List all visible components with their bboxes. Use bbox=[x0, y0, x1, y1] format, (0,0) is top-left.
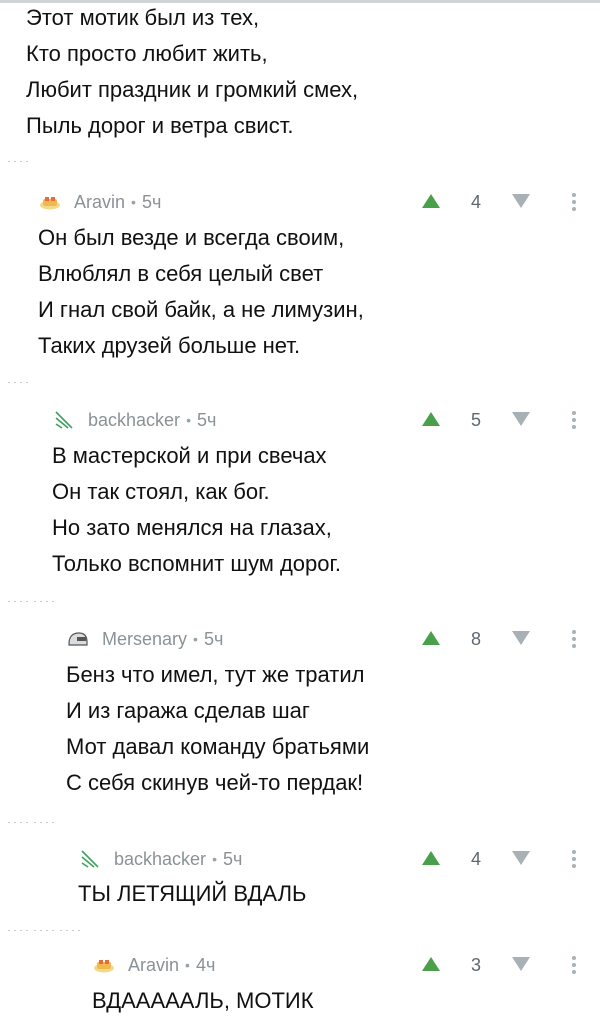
more-vertical-icon bbox=[572, 850, 576, 868]
triangle-down-icon bbox=[512, 412, 530, 426]
meta-separator: • bbox=[131, 194, 136, 210]
downvote-button[interactable] bbox=[510, 406, 532, 432]
comment-line: Пыль дорог и ветра свист. bbox=[26, 113, 294, 138]
comment-line: ВДАААААЛЬ, МОТИК bbox=[92, 988, 314, 1013]
rating-count: 5 bbox=[470, 410, 481, 430]
comment-text: В мастерской и при свечах Он так стоял, … bbox=[52, 438, 341, 582]
slash-lines-avatar-icon[interactable] bbox=[78, 847, 102, 871]
comment-header: backhacker • 5ч bbox=[52, 406, 216, 434]
comment-time[interactable]: 5ч bbox=[142, 192, 161, 213]
comment-line: Любит праздник и громкий смех, bbox=[26, 77, 359, 102]
thread-indent-marker bbox=[8, 930, 28, 931]
more-vertical-icon bbox=[572, 630, 576, 648]
comment-text: Он был везде и всегда своим, Влюблял в с… bbox=[38, 220, 364, 364]
comment: Aravin • 5ч 4 Он был везде и всегда свои… bbox=[0, 188, 600, 378]
author-name[interactable]: backhacker bbox=[88, 410, 180, 431]
thread-indent-marker bbox=[34, 930, 54, 931]
comment-line: И из гаража сделав шаг bbox=[66, 698, 310, 723]
thread-indent-marker bbox=[8, 161, 28, 162]
author-name[interactable]: Mersenary bbox=[102, 629, 187, 650]
upvote-button[interactable] bbox=[420, 951, 442, 977]
author-name[interactable]: Aravin bbox=[128, 955, 179, 976]
upvote-button[interactable] bbox=[420, 406, 442, 432]
comment: backhacker • 5ч 5 В мастерской и при све… bbox=[0, 406, 600, 596]
triangle-up-icon bbox=[422, 957, 440, 971]
comment-line: Влюблял в себя целый свет bbox=[38, 261, 324, 286]
downvote-button[interactable] bbox=[510, 951, 532, 977]
more-options-button[interactable] bbox=[566, 625, 582, 653]
triangle-down-icon bbox=[512, 957, 530, 971]
comment-header: Mersenary • 5ч bbox=[66, 625, 223, 653]
comment-line: И гнал свой байк, а не лимузин, bbox=[38, 297, 364, 322]
thread-indent-marker bbox=[34, 822, 54, 823]
meta-separator: • bbox=[193, 631, 198, 647]
thread-indent-marker bbox=[8, 601, 28, 602]
comment-header: Aravin • 4ч bbox=[92, 951, 215, 979]
comment-time[interactable]: 5ч bbox=[197, 410, 216, 431]
comment-line: Этот мотик был из тех, bbox=[26, 5, 260, 30]
downvote-button[interactable] bbox=[510, 188, 532, 214]
comment-line: С себя скинув чей-то пердак! bbox=[66, 770, 364, 795]
cake-avatar-icon[interactable] bbox=[92, 953, 116, 977]
comment-line: Таких друзей больше нет. bbox=[38, 333, 301, 358]
downvote-button[interactable] bbox=[510, 625, 532, 651]
more-vertical-icon bbox=[572, 956, 576, 974]
author-name[interactable]: Aravin bbox=[74, 192, 125, 213]
comment-line: Только вспомнит шум дорог. bbox=[52, 551, 341, 576]
more-options-button[interactable] bbox=[566, 845, 582, 873]
slash-lines-avatar-icon[interactable] bbox=[52, 408, 76, 432]
thread-indent-marker bbox=[34, 601, 54, 602]
rating-count: 4 bbox=[470, 192, 481, 212]
comment: backhacker • 5ч 4 ТЫ ЛЕТЯЩИЙ ВДАЛЬ bbox=[0, 845, 600, 925]
comment-line: Но зато менялся на глазах, bbox=[52, 515, 332, 540]
more-options-button[interactable] bbox=[566, 188, 582, 216]
triangle-down-icon bbox=[512, 194, 530, 208]
helmet-avatar-icon[interactable] bbox=[66, 627, 90, 651]
comment-text: ТЫ ЛЕТЯЩИЙ ВДАЛЬ bbox=[78, 876, 306, 912]
comment-line: Бенз что имел, тут же тратил bbox=[66, 662, 365, 687]
upvote-button[interactable] bbox=[420, 845, 442, 871]
cake-avatar-icon[interactable] bbox=[38, 190, 62, 214]
rating-count: 3 bbox=[470, 955, 481, 975]
comment-time[interactable]: 5ч bbox=[204, 629, 223, 650]
comment-line: ТЫ ЛЕТЯЩИЙ ВДАЛЬ bbox=[78, 881, 307, 906]
downvote-button[interactable] bbox=[510, 845, 532, 871]
comment-time[interactable]: 4ч bbox=[196, 955, 215, 976]
triangle-up-icon bbox=[422, 631, 440, 645]
comment-text: Бенз что имел, тут же тратил И из гаража… bbox=[66, 657, 369, 801]
comment: Aravin • 4ч 3 ВДАААААЛЬ, МОТИК bbox=[0, 951, 600, 1026]
thread-indent-marker bbox=[60, 930, 80, 931]
upvote-button[interactable] bbox=[420, 625, 442, 651]
comment: Mersenary • 5ч 8 Бенз что имел, тут же т… bbox=[0, 625, 600, 815]
thread-indent-marker bbox=[8, 382, 28, 383]
triangle-down-icon bbox=[512, 851, 530, 865]
comment-header: backhacker • 5ч bbox=[78, 845, 242, 873]
triangle-up-icon bbox=[422, 412, 440, 426]
triangle-up-icon bbox=[422, 194, 440, 208]
meta-separator: • bbox=[185, 957, 190, 973]
comment-line: В мастерской и при свечах bbox=[52, 443, 327, 468]
rating-count: 4 bbox=[470, 849, 481, 869]
comment-line: Он был везде и всегда своим, bbox=[38, 225, 345, 250]
upvote-button[interactable] bbox=[420, 188, 442, 214]
comment-text: ВДАААААЛЬ, МОТИК bbox=[92, 983, 314, 1019]
comment-time[interactable]: 5ч bbox=[223, 849, 242, 870]
meta-separator: • bbox=[212, 851, 217, 867]
parent-comment-text: Этот мотик был из тех, Кто просто любит … bbox=[26, 0, 358, 144]
author-name[interactable]: backhacker bbox=[114, 849, 206, 870]
comment-line: Мот давал команду братьями bbox=[66, 734, 370, 759]
more-vertical-icon bbox=[572, 411, 576, 429]
rating-count: 8 bbox=[470, 629, 481, 649]
more-options-button[interactable] bbox=[566, 951, 582, 979]
comment-line: Он так стоял, как бог. bbox=[52, 479, 270, 504]
more-vertical-icon bbox=[572, 193, 576, 211]
meta-separator: • bbox=[186, 412, 191, 428]
comment-header: Aravin • 5ч bbox=[38, 188, 161, 216]
triangle-down-icon bbox=[512, 631, 530, 645]
comment-line: Кто просто любит жить, bbox=[26, 41, 268, 66]
triangle-up-icon bbox=[422, 851, 440, 865]
more-options-button[interactable] bbox=[566, 406, 582, 434]
thread-indent-marker bbox=[8, 822, 28, 823]
